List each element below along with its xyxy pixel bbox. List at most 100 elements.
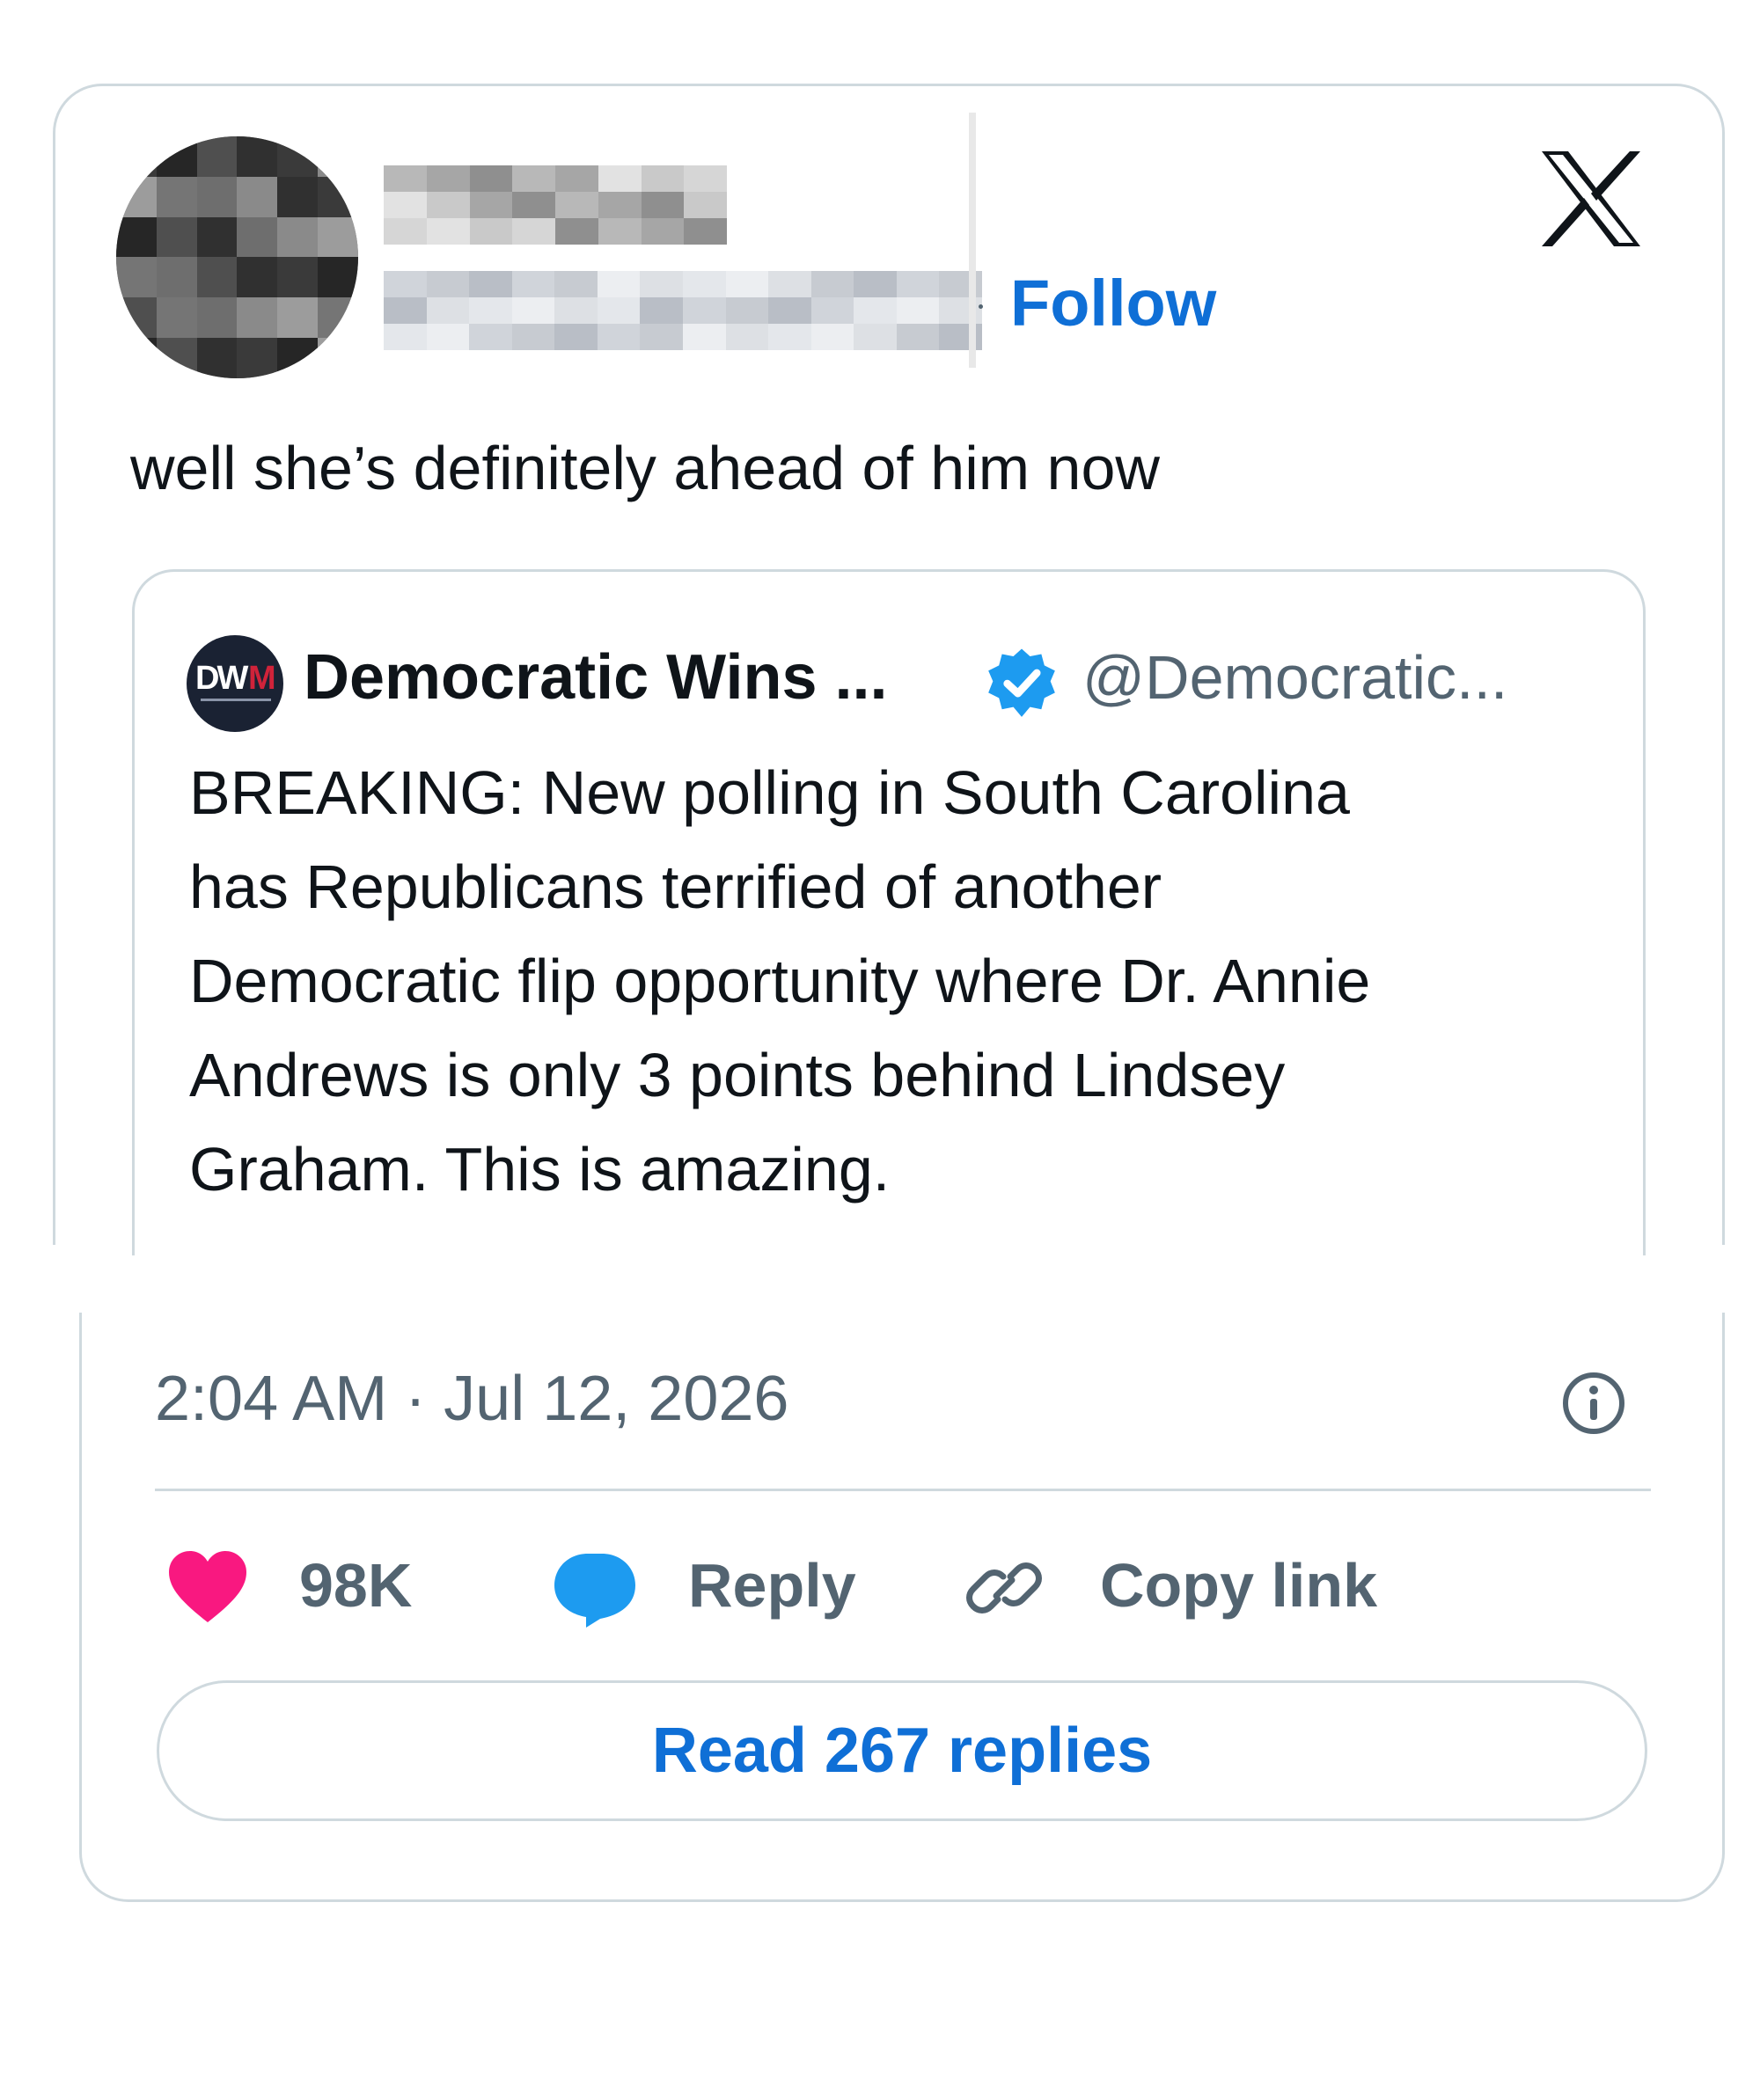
pixel-block — [318, 257, 358, 298]
pixel-block — [896, 271, 940, 297]
pixel-block — [641, 192, 685, 218]
pixel-block — [554, 271, 598, 297]
like-count[interactable]: 98K — [299, 1541, 412, 1629]
pixel-block — [597, 271, 641, 297]
pixel-block — [196, 338, 238, 378]
pixel-block — [641, 165, 685, 192]
verified-badge-icon — [988, 648, 1055, 717]
pixel-block — [196, 257, 238, 298]
pixel-block — [426, 297, 470, 324]
pixel-block — [896, 297, 940, 324]
pixel-block — [597, 297, 641, 324]
pixel-block — [854, 324, 897, 350]
pixel-block — [318, 216, 358, 258]
post-text: well she’s definitely ahead of him now — [130, 434, 1160, 502]
pixel-block — [237, 257, 278, 298]
pixel-block — [640, 297, 683, 324]
pixel-block — [156, 176, 197, 217]
pixel-block — [512, 165, 555, 192]
pixel-block — [426, 165, 470, 192]
pixel-block — [512, 192, 555, 218]
pixel-block — [196, 136, 238, 177]
pixel-block — [640, 324, 683, 350]
pixel-block — [384, 165, 427, 192]
pixel-block — [469, 165, 513, 192]
pixel-block — [725, 324, 769, 350]
pixel-block — [237, 297, 278, 339]
pixel-block — [469, 192, 513, 218]
follow-button[interactable]: Follow — [1010, 264, 1216, 343]
pixel-block — [768, 271, 811, 297]
pixel-block — [512, 218, 555, 245]
quoted-text-line: Andrews is only 3 points behind Lindsey — [189, 1041, 1286, 1109]
pixel-block — [810, 297, 854, 324]
pixel-block — [683, 271, 726, 297]
pixel-block — [598, 192, 642, 218]
post-timestamp[interactable]: 2:04 AM · Jul 12, 2026 — [155, 1355, 788, 1443]
read-replies-button[interactable]: Read 267 replies — [157, 1680, 1647, 1821]
pixel-block — [426, 271, 470, 297]
pixel-block — [511, 297, 555, 324]
pixel-block — [156, 297, 197, 339]
heart-icon[interactable] — [165, 1548, 250, 1626]
quoted-author-name[interactable]: Democratic Wins ... — [304, 633, 888, 721]
pixel-block — [116, 216, 157, 258]
author-name-pixelated[interactable] — [384, 165, 727, 245]
info-icon[interactable] — [1561, 1371, 1626, 1436]
author-avatar-pixelated[interactable] — [116, 136, 358, 378]
pixel-block — [554, 297, 598, 324]
redaction-edge — [969, 113, 976, 368]
pixel-block — [469, 271, 512, 297]
pixel-block — [384, 271, 427, 297]
pixel-block — [511, 271, 555, 297]
link-icon[interactable] — [964, 1548, 1044, 1628]
x-logo-icon[interactable] — [1538, 150, 1644, 248]
pixel-block — [683, 324, 726, 350]
author-handle-pixelated[interactable] — [384, 271, 982, 350]
reply-bubble-icon[interactable] — [553, 1550, 637, 1629]
pixel-block — [684, 165, 727, 192]
pixel-block — [555, 218, 598, 245]
pixel-block — [810, 271, 854, 297]
pixel-block — [469, 218, 513, 245]
pixel-block — [725, 297, 769, 324]
pixel-block — [598, 218, 642, 245]
pixel-block — [641, 218, 685, 245]
quoted-post-text: BREAKING: New polling in South Carolina … — [189, 746, 1632, 1217]
pixel-block — [896, 324, 940, 350]
pixel-block — [768, 324, 811, 350]
divider — [155, 1489, 1651, 1491]
quoted-text-line: has Republicans terrified of another — [189, 852, 1162, 921]
separator-dot — [979, 304, 983, 309]
reply-button[interactable]: Reply — [688, 1541, 856, 1629]
avatar-logo-accent: M — [248, 660, 276, 697]
pixel-block — [554, 324, 598, 350]
pixel-block — [810, 324, 854, 350]
pixel-block — [237, 338, 278, 378]
pixel-block — [684, 192, 727, 218]
pixel-block — [237, 136, 278, 177]
pixel-block — [469, 297, 512, 324]
quoted-text-line: BREAKING: New polling in South Carolina — [189, 758, 1350, 827]
quoted-author-avatar[interactable]: DW M — [187, 635, 283, 732]
pixel-block — [640, 271, 683, 297]
avatar-logo-bar — [201, 699, 271, 701]
quoted-text-line: Graham. This is amazing. — [189, 1135, 891, 1204]
pixel-block — [116, 257, 157, 298]
quoted-text-line: Democratic flip opportunity where Dr. An… — [189, 947, 1371, 1015]
pixel-block — [384, 297, 427, 324]
pixel-block — [511, 324, 555, 350]
pixel-block — [237, 176, 278, 217]
pixel-block — [684, 218, 727, 245]
pixel-block — [384, 192, 427, 218]
avatar-logo-text: DW — [195, 660, 248, 697]
pixel-block — [555, 165, 598, 192]
pixel-block — [384, 324, 427, 350]
pixel-block — [426, 192, 470, 218]
pixel-block — [854, 271, 897, 297]
pixel-block — [725, 271, 769, 297]
pixel-block — [426, 218, 470, 245]
quoted-author-handle[interactable]: @Democratic... — [1082, 633, 1507, 721]
copy-link-button[interactable]: Copy link — [1100, 1541, 1377, 1629]
pixel-block — [196, 176, 238, 217]
